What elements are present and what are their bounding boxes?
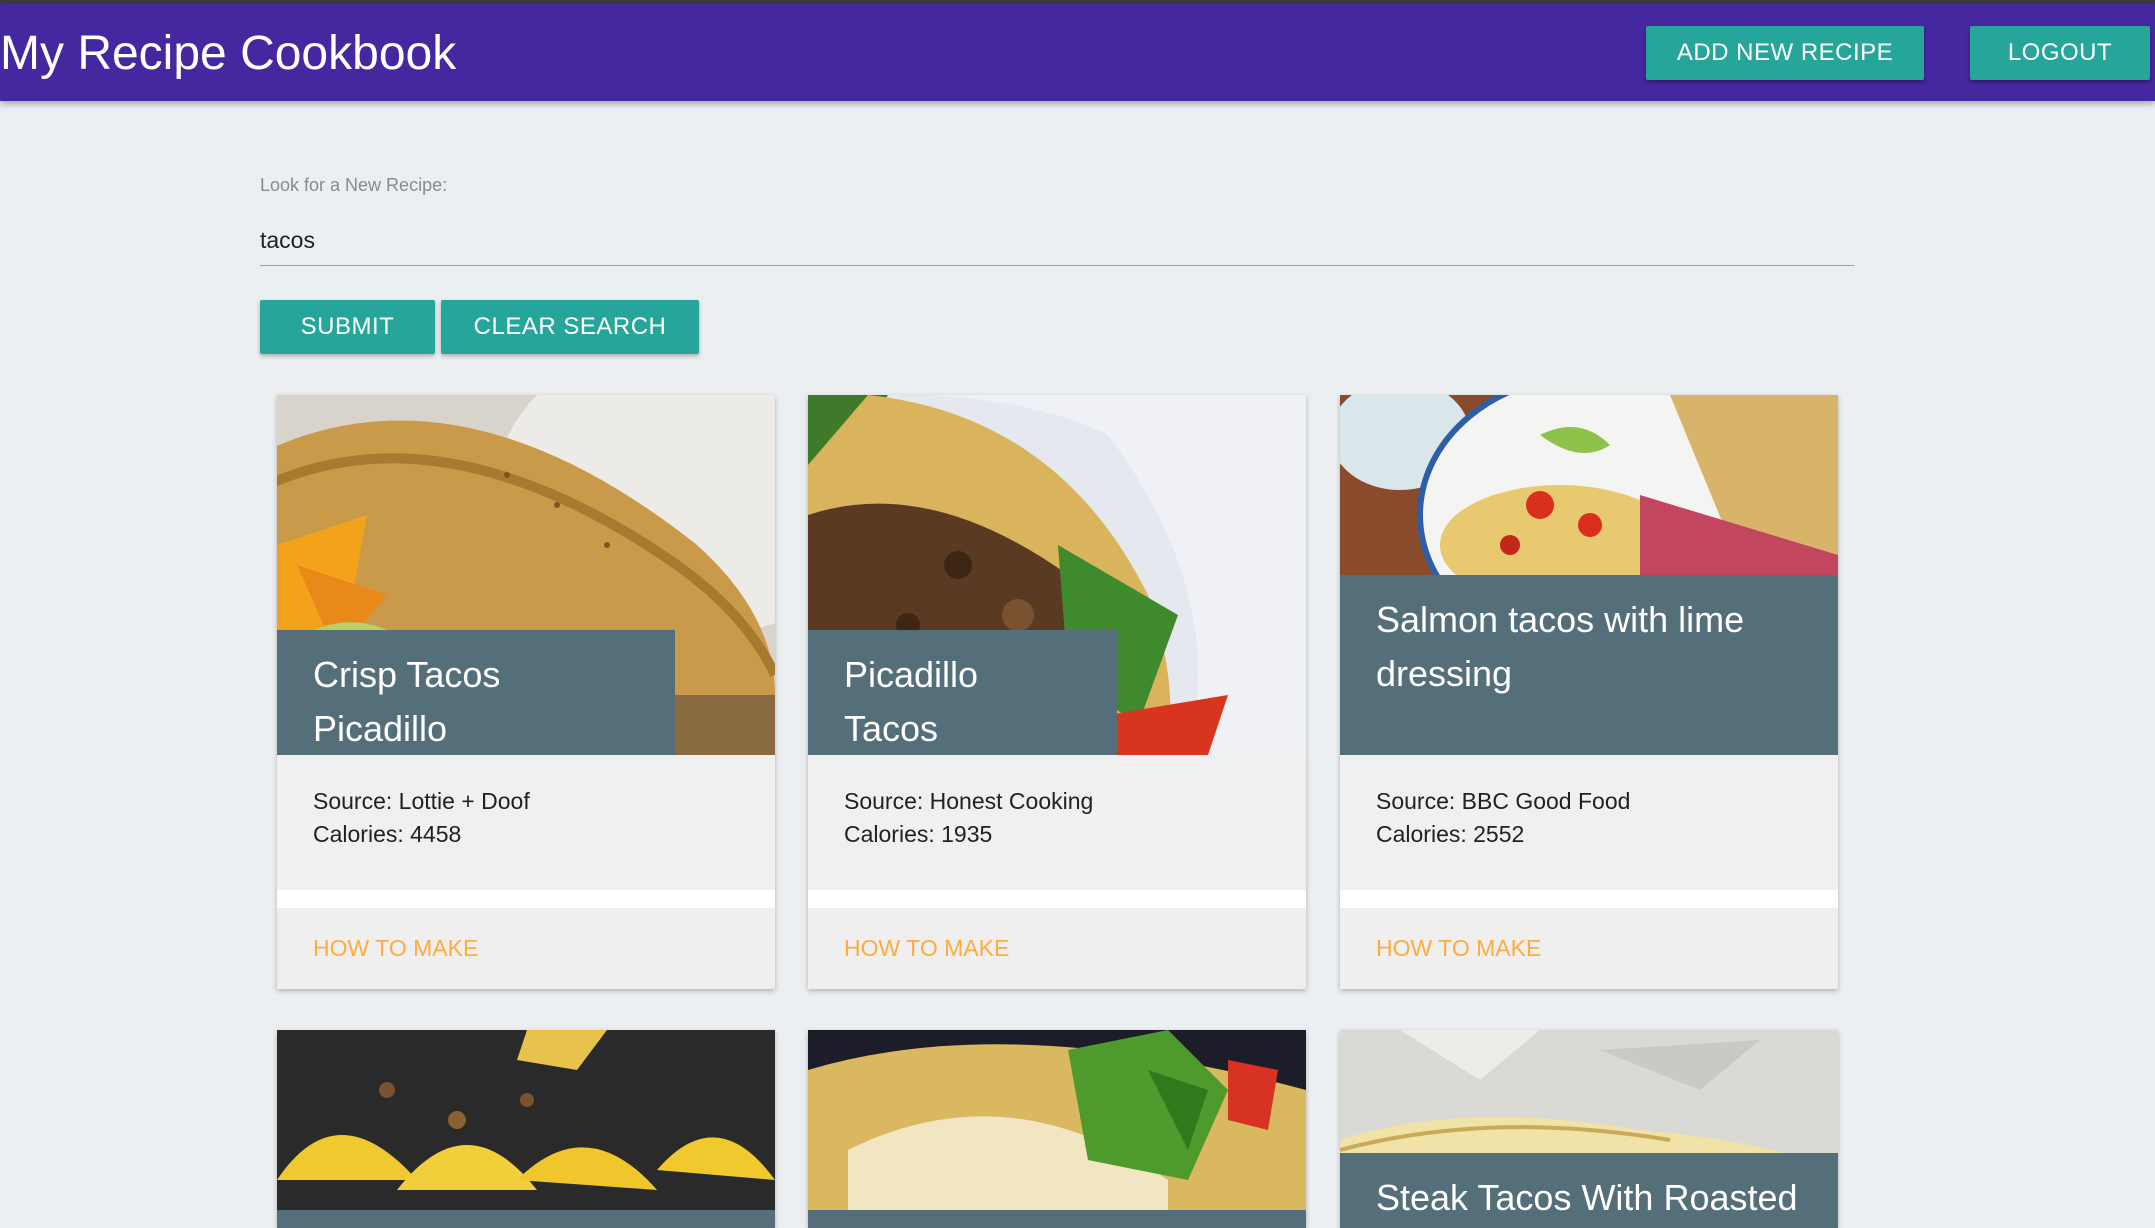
recipe-card: Picadillo Tacos Source: Honest Cooking C… bbox=[808, 395, 1306, 989]
recipe-source: Source: Lottie + Doof bbox=[313, 788, 530, 814]
recipe-card bbox=[277, 1030, 775, 1228]
recipe-image bbox=[277, 1030, 775, 1228]
logout-button[interactable]: LOGOUT bbox=[1970, 26, 2150, 80]
recipe-source: Source: BBC Good Food bbox=[1376, 788, 1631, 814]
recipe-search-input[interactable] bbox=[260, 215, 1854, 266]
add-new-recipe-button[interactable]: ADD NEW RECIPE bbox=[1646, 26, 1924, 80]
app-title: My Recipe Cookbook bbox=[0, 27, 457, 80]
app-bar: My Recipe Cookbook ADD NEW RECIPE LOGOUT bbox=[0, 4, 2155, 101]
recipe-calories: Calories: 4458 bbox=[313, 821, 462, 847]
submit-button[interactable]: SUBMIT bbox=[260, 300, 435, 354]
recipe-title: Crisp Tacos Picadillo bbox=[277, 630, 675, 755]
recipe-image: Crisp Tacos Picadillo bbox=[277, 395, 775, 755]
card-actions: HOW TO MAKE bbox=[808, 908, 1306, 989]
recipe-source: Source: Honest Cooking bbox=[844, 788, 1094, 814]
card-actions: HOW TO MAKE bbox=[1340, 908, 1838, 989]
card-divider bbox=[277, 890, 775, 908]
recipe-card: Steak Tacos With Roasted bbox=[1340, 1030, 1838, 1228]
recipe-details: Source: BBC Good Food Calories: 2552 bbox=[1340, 755, 1838, 890]
recipe-calories: Calories: 1935 bbox=[844, 821, 993, 847]
recipe-details: Source: Honest Cooking Calories: 1935 bbox=[808, 755, 1306, 890]
card-actions: HOW TO MAKE bbox=[277, 908, 775, 989]
recipe-title: Picadillo Tacos bbox=[808, 630, 1117, 755]
card-divider bbox=[808, 890, 1306, 908]
recipe-details: Source: Lottie + Doof Calories: 4458 bbox=[277, 755, 775, 890]
recipe-calories: Calories: 2552 bbox=[1376, 821, 1525, 847]
recipe-card bbox=[808, 1030, 1306, 1228]
recipe-image: Steak Tacos With Roasted bbox=[1340, 1030, 1838, 1228]
recipe-title: Salmon tacos with lime dressing bbox=[1340, 575, 1838, 755]
how-to-make-link[interactable]: HOW TO MAKE bbox=[844, 935, 1009, 962]
recipe-image: Salmon tacos with lime dressing bbox=[1340, 395, 1838, 755]
card-divider bbox=[1340, 890, 1838, 908]
clear-search-button[interactable]: CLEAR SEARCH bbox=[441, 300, 699, 354]
recipe-card: Salmon tacos with lime dressing Source: … bbox=[1340, 395, 1838, 989]
recipe-card: Crisp Tacos Picadillo Source: Lottie + D… bbox=[277, 395, 775, 989]
recipe-image: Picadillo Tacos bbox=[808, 395, 1306, 755]
recipe-title: Steak Tacos With Roasted bbox=[1340, 1153, 1838, 1228]
search-label: Look for a New Recipe: bbox=[260, 175, 448, 195]
how-to-make-link[interactable]: HOW TO MAKE bbox=[313, 935, 478, 962]
how-to-make-link[interactable]: HOW TO MAKE bbox=[1376, 935, 1541, 962]
recipe-image bbox=[808, 1030, 1306, 1228]
